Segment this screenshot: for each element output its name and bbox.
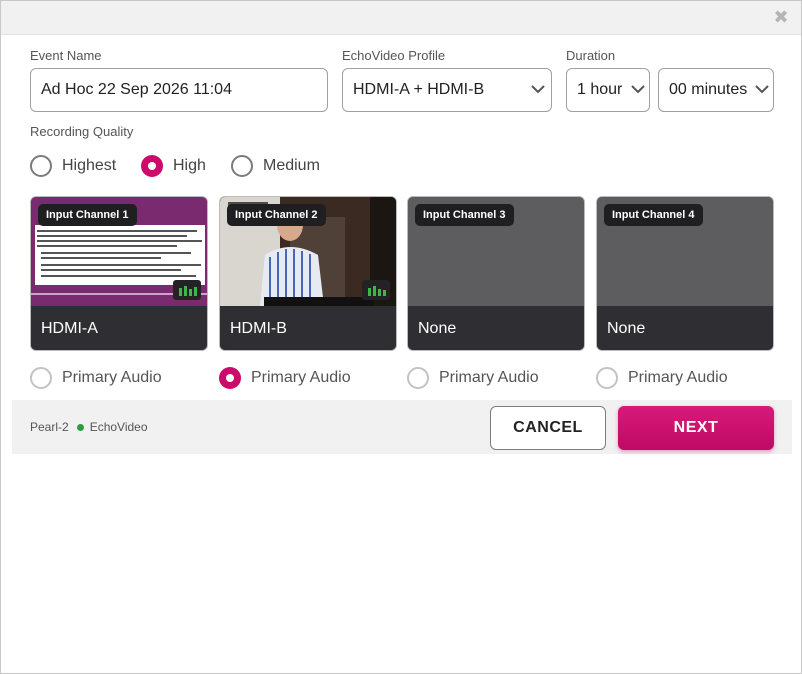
primary-audio-option-4[interactable]: Primary Audio bbox=[596, 367, 728, 389]
duration-minutes-select[interactable]: 00 minutes bbox=[658, 68, 774, 112]
primary-audio-option-3[interactable]: Primary Audio bbox=[407, 367, 539, 389]
status-dot-icon bbox=[76, 424, 84, 431]
radio-button[interactable] bbox=[407, 367, 429, 389]
primary-audio-label: Primary Audio bbox=[251, 369, 351, 386]
quality-option-medium[interactable]: Medium bbox=[231, 155, 320, 177]
channel-2-badge: Input Channel 2 bbox=[227, 204, 326, 226]
channel-2-source: HDMI-B bbox=[220, 306, 396, 350]
primary-audio-option-1[interactable]: Primary Audio bbox=[30, 367, 162, 389]
channel-1-badge: Input Channel 1 bbox=[38, 204, 137, 226]
quality-option-label: High bbox=[173, 157, 206, 174]
channel-4-source: None bbox=[597, 306, 773, 350]
primary-audio-option-2[interactable]: Primary Audio bbox=[219, 367, 351, 389]
input-channel-card-3[interactable]: Input Channel 3 None bbox=[407, 196, 585, 351]
radio-button[interactable] bbox=[30, 155, 52, 177]
chevron-down-icon bbox=[755, 84, 769, 94]
device-status: Pearl-2 EchoVideo bbox=[30, 420, 148, 434]
primary-audio-label: Primary Audio bbox=[628, 369, 728, 386]
input-channel-card-1[interactable]: Input Channel 1 HDMI-A bbox=[30, 196, 208, 351]
next-button[interactable]: NEXT bbox=[618, 406, 774, 450]
quality-option-label: Highest bbox=[62, 157, 117, 174]
audio-level-meter-icon bbox=[173, 280, 201, 300]
profile-label: EchoVideo Profile bbox=[342, 48, 446, 63]
duration-minutes-value: 00 minutes bbox=[669, 81, 748, 98]
channel-1-source: HDMI-A bbox=[31, 306, 207, 350]
radio-button[interactable] bbox=[231, 155, 253, 177]
input-channel-card-4[interactable]: Input Channel 4 None bbox=[596, 196, 774, 351]
event-name-value: Ad Hoc 22 Sep 2026 11:04 bbox=[41, 81, 232, 98]
close-icon[interactable]: ✖ bbox=[773, 8, 789, 26]
duration-hours-value: 1 hour bbox=[577, 81, 623, 98]
audio-level-meter-icon bbox=[362, 280, 390, 300]
duration-hours-select[interactable]: 1 hour bbox=[566, 68, 650, 112]
radio-button-selected[interactable] bbox=[219, 367, 241, 389]
device-name: Pearl-2 bbox=[30, 420, 69, 434]
service-name: EchoVideo bbox=[89, 420, 148, 434]
radio-button[interactable] bbox=[596, 367, 618, 389]
duration-label: Duration bbox=[566, 48, 616, 63]
cancel-button[interactable]: CANCEL bbox=[490, 406, 606, 450]
profile-select[interactable]: HDMI-A + HDMI-B bbox=[342, 68, 552, 112]
profile-value: HDMI-A + HDMI-B bbox=[353, 81, 485, 98]
chevron-down-icon bbox=[531, 84, 545, 94]
event-name-label: Event Name bbox=[30, 48, 102, 63]
primary-audio-label: Primary Audio bbox=[62, 369, 162, 386]
chevron-down-icon bbox=[631, 84, 645, 94]
recording-quality-label: Recording Quality bbox=[30, 124, 134, 139]
quality-option-label: Medium bbox=[263, 157, 320, 174]
dialog-titlebar: ✖ bbox=[1, 1, 801, 35]
quality-option-high[interactable]: High bbox=[141, 155, 206, 177]
quality-option-highest[interactable]: Highest bbox=[30, 155, 116, 177]
input-channel-card-2[interactable]: Input Channel 2 HDMI-B bbox=[219, 196, 397, 351]
channel-3-source: None bbox=[408, 306, 584, 350]
event-name-input[interactable]: Ad Hoc 22 Sep 2026 11:04 bbox=[30, 68, 328, 112]
dialog-footer: Pearl-2 EchoVideo CANCEL NEXT bbox=[12, 400, 792, 454]
channel-3-badge: Input Channel 3 bbox=[415, 204, 514, 226]
radio-button-selected[interactable] bbox=[141, 155, 163, 177]
channel-4-badge: Input Channel 4 bbox=[604, 204, 703, 226]
primary-audio-label: Primary Audio bbox=[439, 369, 539, 386]
new-recording-dialog: ✖ Event Name Ad Hoc 22 Sep 2026 11:04 Ec… bbox=[0, 0, 802, 674]
radio-button[interactable] bbox=[30, 367, 52, 389]
